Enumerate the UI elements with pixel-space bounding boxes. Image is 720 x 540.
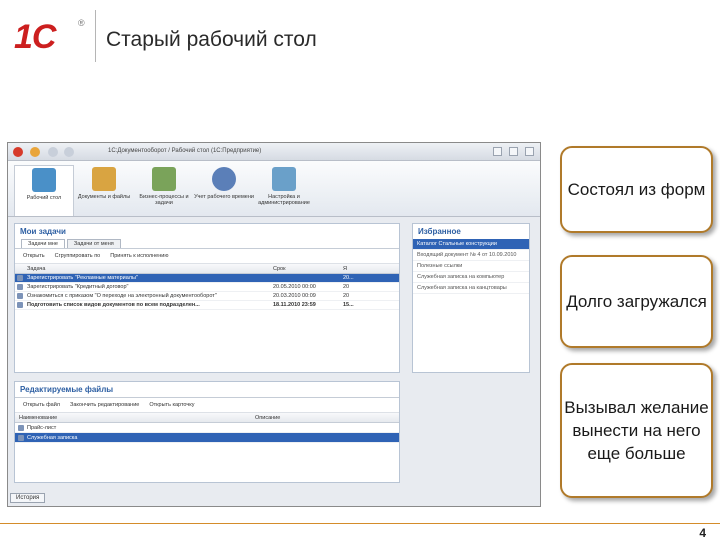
header-divider: [95, 10, 96, 62]
group-by-button[interactable]: Сгруппировать по: [55, 253, 101, 259]
clock-icon: [212, 167, 236, 191]
edited-files-toolbar: Открыть файл Закончить редактирование От…: [15, 397, 399, 413]
task-num: 20: [343, 293, 350, 299]
app-titlebar: 1С:Документооборот / Рабочий стол (1С:Пр…: [8, 143, 540, 161]
open-file-button[interactable]: Открыть файл: [23, 402, 60, 408]
task-num: 20...: [343, 275, 354, 281]
favorite-item[interactable]: Полезные ссылки: [413, 261, 529, 272]
favorites-panel-title: Избранное: [418, 227, 461, 236]
task-icon: [15, 301, 27, 309]
callout-more-content: Вызывал желание вынести на него еще боль…: [560, 363, 713, 498]
task-num: 15...: [343, 302, 354, 308]
callout-forms: Состоял из форм: [560, 146, 713, 233]
section-label: Документы и файлы: [77, 194, 131, 200]
section-label: Настройка и администрирование: [258, 194, 310, 206]
task-icon: [15, 274, 27, 282]
favorite-item[interactable]: Служебная записка на канцтовары: [413, 283, 529, 294]
finish-editing-button[interactable]: Закончить редактирование: [70, 402, 139, 408]
favorite-item[interactable]: Входящий документ № 4 от 10.09.2010: [413, 250, 529, 261]
1c-logo: 1С ®: [14, 18, 85, 56]
task-name: Ознакомиться с приказом "О переходе на э…: [27, 293, 217, 299]
table-row[interactable]: Ознакомиться с приказом "О переходе на э…: [15, 292, 399, 301]
section-documents[interactable]: Документы и файлы: [74, 161, 134, 216]
slide-title: Старый рабочий стол: [106, 28, 317, 51]
callout-slow-loading: Долго загружался: [560, 255, 713, 348]
task-name: Зарегистрировать "Кредитный договор": [27, 284, 129, 290]
window-title: 1С:Документооборот / Рабочий стол (1С:Пр…: [108, 148, 262, 154]
logo-text: 1С: [14, 18, 56, 56]
favorite-item[interactable]: Служебная записка на компьютер: [413, 272, 529, 283]
edited-files-panel-title: Редактируемые файлы: [20, 385, 114, 394]
task-icon: [15, 283, 27, 291]
page-number: 4: [699, 526, 706, 540]
section-label: Учет рабочего времени: [194, 194, 254, 200]
section-desktop[interactable]: Рабочий стол: [14, 165, 74, 216]
table-row[interactable]: Зарегистрировать "Рекламные материалы" 2…: [15, 274, 399, 283]
table-row[interactable]: Прайс-лист: [15, 423, 399, 433]
task-icon: [15, 292, 27, 300]
table-row[interactable]: Служебная записка: [15, 433, 399, 443]
footer-divider: [0, 523, 720, 524]
column-extra[interactable]: Я: [343, 264, 363, 273]
history-button[interactable]: История: [10, 493, 46, 503]
tasks-panel: Мои задачи Задачи мне Задачи от меня Отк…: [14, 223, 400, 373]
column-name[interactable]: Наименование: [15, 413, 255, 422]
accept-task-button[interactable]: Принять к исполнению: [110, 253, 168, 259]
edited-files-panel: Редактируемые файлы Открыть файл Закончи…: [14, 381, 400, 483]
edited-files-grid-header: Наименование Описание: [15, 413, 399, 423]
open-task-button[interactable]: Открыть: [23, 253, 45, 259]
desktop-icon: [32, 168, 56, 192]
logo-registered-mark: ®: [78, 18, 85, 28]
table-row[interactable]: Подготовить список видов документов по в…: [15, 301, 399, 310]
open-card-button[interactable]: Открыть карточку: [149, 402, 194, 408]
minimize-icon[interactable]: [493, 147, 502, 156]
admin-icon: [272, 167, 296, 191]
task-date: 20.05.2010 00:00: [273, 284, 316, 290]
task-name: Подготовить список видов документов по в…: [27, 302, 200, 308]
file-icon: [15, 423, 27, 432]
task-date: 20.03.2010 00:09: [273, 293, 316, 299]
app-window: 1С:Документооборот / Рабочий стол (1С:Пр…: [7, 142, 541, 507]
file-name: Служебная записка: [27, 435, 78, 441]
task-date: [273, 274, 343, 282]
column-description[interactable]: Описание: [255, 413, 395, 422]
column-due[interactable]: Срок: [273, 264, 343, 273]
task-num: 20: [343, 284, 350, 290]
window-controls: [493, 147, 534, 156]
documents-icon: [92, 167, 116, 191]
task-name: Зарегистрировать "Рекламные материалы": [27, 275, 138, 281]
tab-tasks-from-me[interactable]: Задачи от меня: [66, 239, 121, 248]
table-row[interactable]: Зарегистрировать "Кредитный договор" 20.…: [15, 283, 399, 292]
tasks-panel-title: Мои задачи: [20, 227, 66, 236]
favorites-star-icon[interactable]: [30, 147, 40, 157]
file-icon: [15, 433, 27, 442]
business-process-icon: [152, 167, 176, 191]
section-label: Бизнес-процессы и задачи: [139, 194, 189, 206]
tasks-grid-header: Задача Срок Я: [15, 264, 399, 274]
app-logo-icon: [13, 147, 23, 157]
section-administration[interactable]: Настройка и администрирование: [254, 161, 314, 216]
forward-arrow-icon[interactable]: [64, 147, 74, 157]
sections-bar: Рабочий стол Документы и файлы Бизнес-пр…: [8, 161, 540, 217]
section-label: Рабочий стол: [26, 195, 62, 201]
maximize-icon[interactable]: [509, 147, 518, 156]
header-icon-col: [15, 264, 27, 273]
favorite-item[interactable]: Каталог Стальные конструкции: [413, 239, 529, 250]
favorites-panel: Избранное Каталог Стальные конструкции В…: [412, 223, 530, 373]
tasks-tabs: Задачи мне Задачи от меня: [15, 239, 399, 248]
section-time-tracking[interactable]: Учет рабочего времени: [194, 161, 254, 216]
section-business-processes[interactable]: Бизнес-процессы и задачи: [134, 161, 194, 216]
column-task[interactable]: Задача: [27, 264, 273, 273]
tab-tasks-to-me[interactable]: Задачи мне: [21, 239, 65, 248]
back-arrow-icon[interactable]: [48, 147, 58, 157]
file-name: Прайс-лист: [27, 425, 57, 431]
task-date: 18.11.2010 23:59: [273, 302, 316, 308]
close-icon[interactable]: [525, 147, 534, 156]
tasks-toolbar: Открыть Сгруппировать по Принять к испол…: [15, 248, 399, 264]
